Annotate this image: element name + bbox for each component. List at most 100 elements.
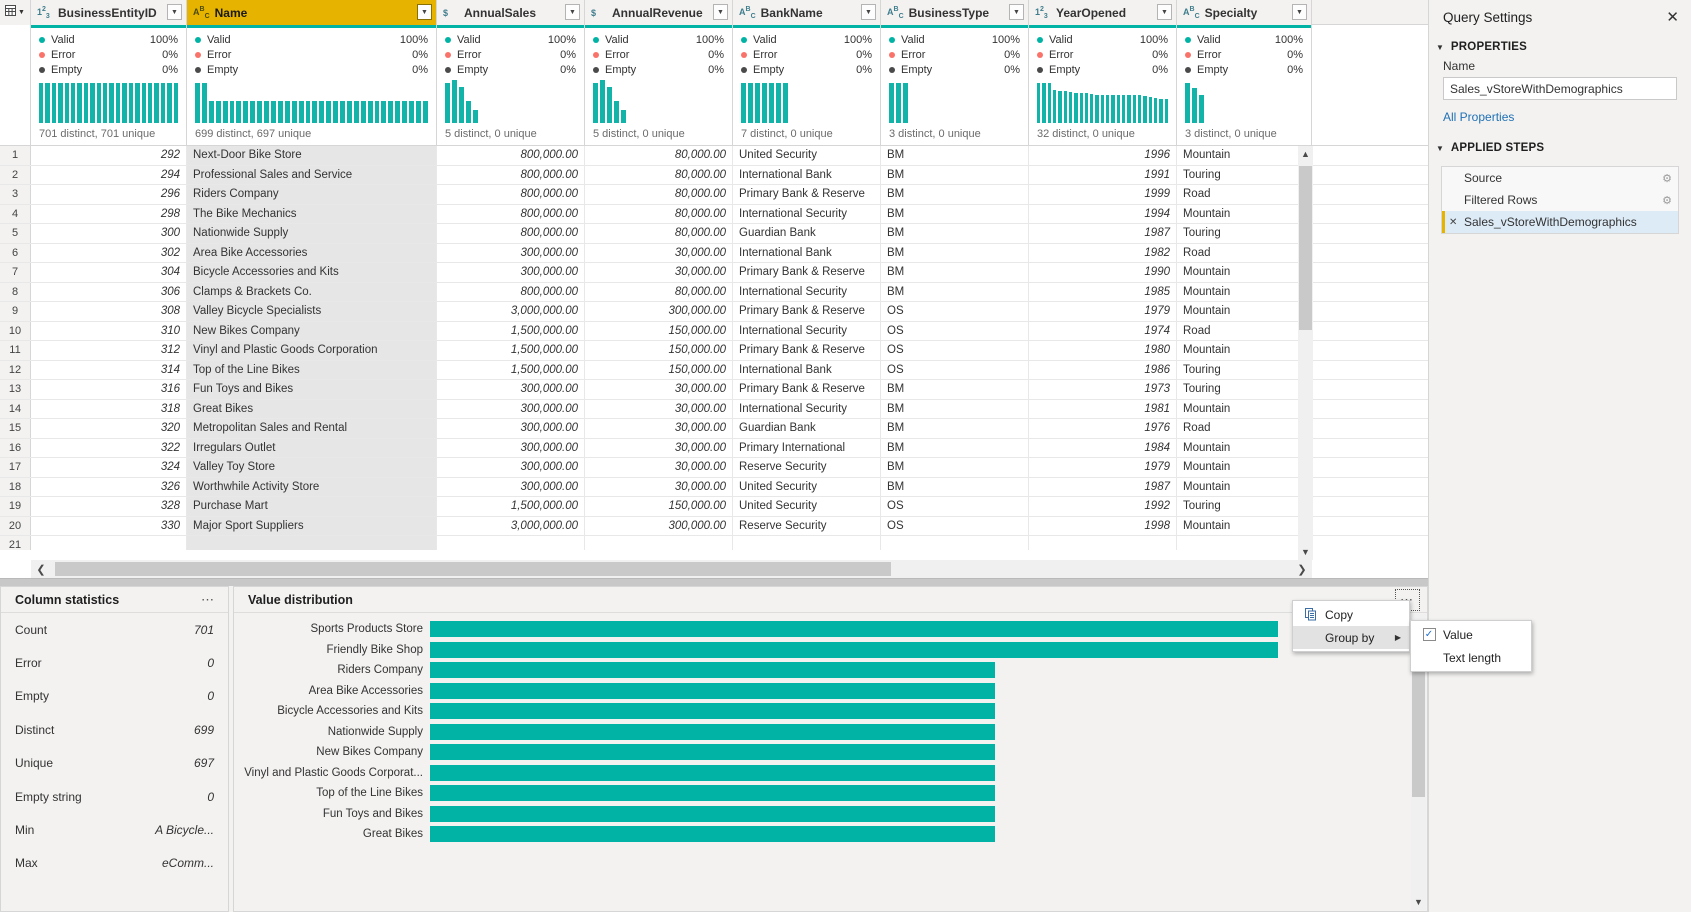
cell-annualrevenue[interactable]: 80,000.00 [585, 165, 733, 184]
cell-yearopened[interactable]: 1991 [1029, 165, 1177, 184]
cell-businessentityid[interactable] [31, 536, 187, 550]
grid-vertical-scrollbar[interactable]: ▲ ▼ [1298, 146, 1313, 560]
cell-annualsales[interactable] [437, 536, 585, 550]
cell-annualrevenue[interactable]: 80,000.00 [585, 224, 733, 243]
cell-name[interactable]: Fun Toys and Bikes [187, 380, 437, 399]
value-distribution-sparkline[interactable] [1177, 77, 1311, 125]
cell-annualsales[interactable]: 800,000.00 [437, 165, 585, 184]
data-type-icon-text[interactable]: ABC [1183, 6, 1200, 20]
cell-annualsales[interactable]: 800,000.00 [437, 224, 585, 243]
cell-businessentityid[interactable]: 322 [31, 438, 187, 457]
cell-specialty[interactable]: Mountain [1177, 282, 1312, 301]
row-number[interactable]: 15 [0, 419, 31, 438]
distribution-bar[interactable] [430, 764, 995, 781]
cell-yearopened[interactable]: 1980 [1029, 341, 1177, 360]
cell-annualsales[interactable]: 1,500,000.00 [437, 497, 585, 516]
column-filter-dropdown-icon[interactable]: ▼ [1292, 4, 1307, 20]
column-filter-dropdown-icon[interactable]: ▼ [1157, 4, 1172, 20]
distribution-bar-row[interactable]: New Bikes Company [234, 742, 1427, 763]
data-grid[interactable]: ▼ 123 BusinessEntityID ▼ ABC Name ▼ $ AnnualSal… [0, 0, 1428, 578]
row-number[interactable]: 12 [0, 360, 31, 379]
cell-businesstype[interactable]: BM [881, 458, 1029, 477]
distribution-bar[interactable] [430, 682, 995, 699]
cell-businessentityid[interactable]: 314 [31, 360, 187, 379]
distribution-bar-row[interactable]: Bicycle Accessories and Kits [234, 701, 1427, 722]
data-type-icon-text[interactable]: ABC [887, 6, 904, 20]
cell-name[interactable]: Vinyl and Plastic Goods Corporation [187, 341, 437, 360]
cell-yearopened[interactable]: 1986 [1029, 360, 1177, 379]
distribution-bar[interactable] [430, 723, 995, 740]
cell-specialty[interactable]: Mountain [1177, 302, 1312, 321]
row-number[interactable]: 1 [0, 146, 31, 165]
cell-name[interactable]: Worthwhile Activity Store [187, 477, 437, 496]
value-distribution-sparkline[interactable] [187, 77, 436, 125]
table-row[interactable]: 16 322 Irregulars Outlet 300,000.00 30,000.0… [0, 438, 1428, 458]
cell-name[interactable] [187, 536, 437, 550]
column-filter-dropdown-icon[interactable]: ▼ [167, 4, 182, 20]
cell-specialty[interactable]: Mountain [1177, 438, 1312, 457]
cell-annualsales[interactable]: 1,500,000.00 [437, 321, 585, 340]
column-filter-dropdown-icon[interactable]: ▼ [713, 4, 728, 20]
row-number[interactable]: 5 [0, 224, 31, 243]
gear-icon[interactable]: ⚙ [1662, 194, 1672, 207]
cell-name[interactable]: Purchase Mart [187, 497, 437, 516]
cell-annualrevenue[interactable]: 300,000.00 [585, 302, 733, 321]
cell-name[interactable]: Clamps & Brackets Co. [187, 282, 437, 301]
cell-yearopened[interactable]: 1998 [1029, 516, 1177, 535]
cell-specialty[interactable]: Touring [1177, 360, 1312, 379]
cell-bankname[interactable]: International Security [733, 321, 881, 340]
cell-businesstype[interactable]: BM [881, 399, 1029, 418]
cell-annualsales[interactable]: 300,000.00 [437, 438, 585, 457]
cell-annualsales[interactable]: 300,000.00 [437, 477, 585, 496]
row-number[interactable]: 17 [0, 458, 31, 477]
cell-yearopened[interactable]: 1996 [1029, 146, 1177, 165]
table-row[interactable]: 19 328 Purchase Mart 1,500,000.00 150,000.00… [0, 497, 1428, 517]
cell-businesstype[interactable]: OS [881, 321, 1029, 340]
distribution-bar[interactable] [430, 826, 995, 843]
cell-yearopened[interactable]: 1976 [1029, 419, 1177, 438]
distribution-bar[interactable] [430, 662, 995, 679]
cell-name[interactable]: Irregulars Outlet [187, 438, 437, 457]
cell-annualsales[interactable]: 800,000.00 [437, 204, 585, 223]
cell-annualsales[interactable]: 800,000.00 [437, 185, 585, 204]
table-row[interactable]: 12 314 Top of the Line Bikes 1,500,000.00 15… [0, 360, 1428, 380]
cell-yearopened[interactable]: 1987 [1029, 477, 1177, 496]
distribution-bar[interactable] [430, 744, 995, 761]
cell-bankname[interactable]: International Bank [733, 360, 881, 379]
cell-businessentityid[interactable]: 292 [31, 146, 187, 165]
table-row[interactable]: 2 294 Professional Sales and Service 800,00… [0, 165, 1428, 185]
cell-businesstype[interactable]: BM [881, 146, 1029, 165]
table-row[interactable]: 9 308 Valley Bicycle Specialists 3,000,000.… [0, 302, 1428, 322]
cell-specialty[interactable]: Road [1177, 419, 1312, 438]
cell-name[interactable]: Area Bike Accessories [187, 243, 437, 262]
cell-specialty[interactable]: Mountain [1177, 204, 1312, 223]
cell-yearopened[interactable]: 1981 [1029, 399, 1177, 418]
cell-name[interactable]: Professional Sales and Service [187, 165, 437, 184]
table-row[interactable]: 5 300 Nationwide Supply 800,000.00 80,000.00… [0, 224, 1428, 244]
cell-businesstype[interactable]: BM [881, 185, 1029, 204]
cell-yearopened[interactable]: 1973 [1029, 380, 1177, 399]
value-distribution-sparkline[interactable] [1029, 77, 1176, 125]
data-type-icon-currency[interactable]: $ [591, 8, 607, 18]
cell-specialty[interactable]: Mountain [1177, 341, 1312, 360]
distribution-bar-row[interactable]: Sports Products Store [234, 619, 1427, 640]
cell-specialty[interactable]: Touring [1177, 165, 1312, 184]
scroll-up-icon[interactable]: ▲ [1298, 146, 1313, 162]
cell-annualrevenue[interactable]: 30,000.00 [585, 380, 733, 399]
cell-specialty[interactable]: Mountain [1177, 399, 1312, 418]
applied-step-filtered-rows[interactable]: Filtered Rows ⚙ [1442, 189, 1678, 211]
cell-businesstype[interactable]: BM [881, 243, 1029, 262]
distribution-bar[interactable] [430, 805, 995, 822]
cell-businesstype[interactable]: BM [881, 204, 1029, 223]
cell-businesstype[interactable] [881, 536, 1029, 550]
cell-annualrevenue[interactable]: 300,000.00 [585, 516, 733, 535]
distribution-bar-row[interactable]: Nationwide Supply [234, 722, 1427, 743]
column-filter-dropdown-icon[interactable]: ▼ [565, 4, 580, 20]
cell-specialty[interactable]: Road [1177, 321, 1312, 340]
cell-bankname[interactable]: Primary Bank & Reserve [733, 341, 881, 360]
delete-step-icon[interactable]: ✕ [1449, 217, 1457, 228]
cell-yearopened[interactable] [1029, 536, 1177, 550]
cell-annualrevenue[interactable]: 150,000.00 [585, 497, 733, 516]
row-number[interactable]: 8 [0, 282, 31, 301]
cell-yearopened[interactable]: 1979 [1029, 458, 1177, 477]
